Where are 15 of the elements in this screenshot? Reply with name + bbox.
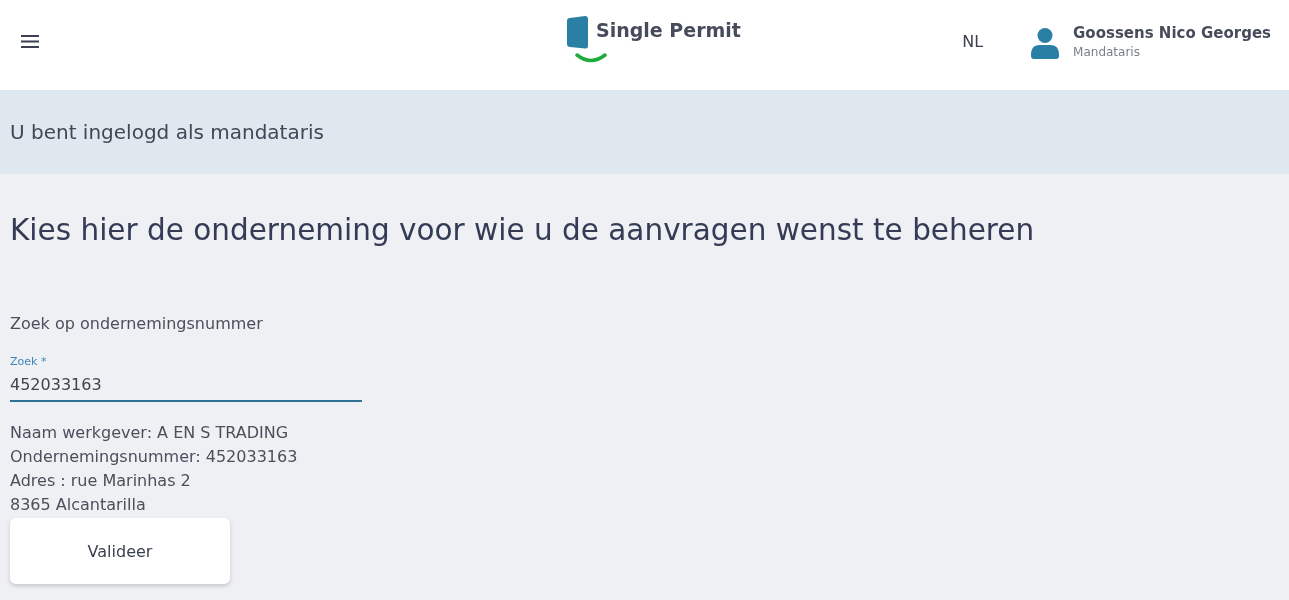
menu-icon — [21, 34, 39, 48]
banner-text: U bent ingelogd als mandataris — [10, 120, 324, 144]
page-heading: Kies hier de onderneming voor wie u de aanvragen wenst te beheren — [10, 212, 1036, 249]
validate-button[interactable]: Valideer — [10, 518, 230, 584]
employer-detail: Adres : rue Marinhas 2 — [10, 470, 192, 492]
user-name: Goossens Nico Georges — [1073, 23, 1271, 42]
employer-detail: Ondernemingsnummer: 452033163 — [10, 446, 299, 468]
user-role: Mandataris — [1073, 44, 1141, 59]
search-label: Zoek op ondernemingsnummer — [10, 313, 264, 335]
logo-text: Single Permit — [596, 19, 741, 41]
language-button[interactable]: NL — [958, 29, 988, 53]
employer-detail: Naam werkgever: A EN S TRADING — [10, 422, 290, 444]
employer-detail: 8365 Alcantarilla — [10, 494, 147, 516]
search-field[interactable]: Zoek * 452033163 — [10, 355, 362, 402]
user-icon — [1031, 27, 1060, 59]
